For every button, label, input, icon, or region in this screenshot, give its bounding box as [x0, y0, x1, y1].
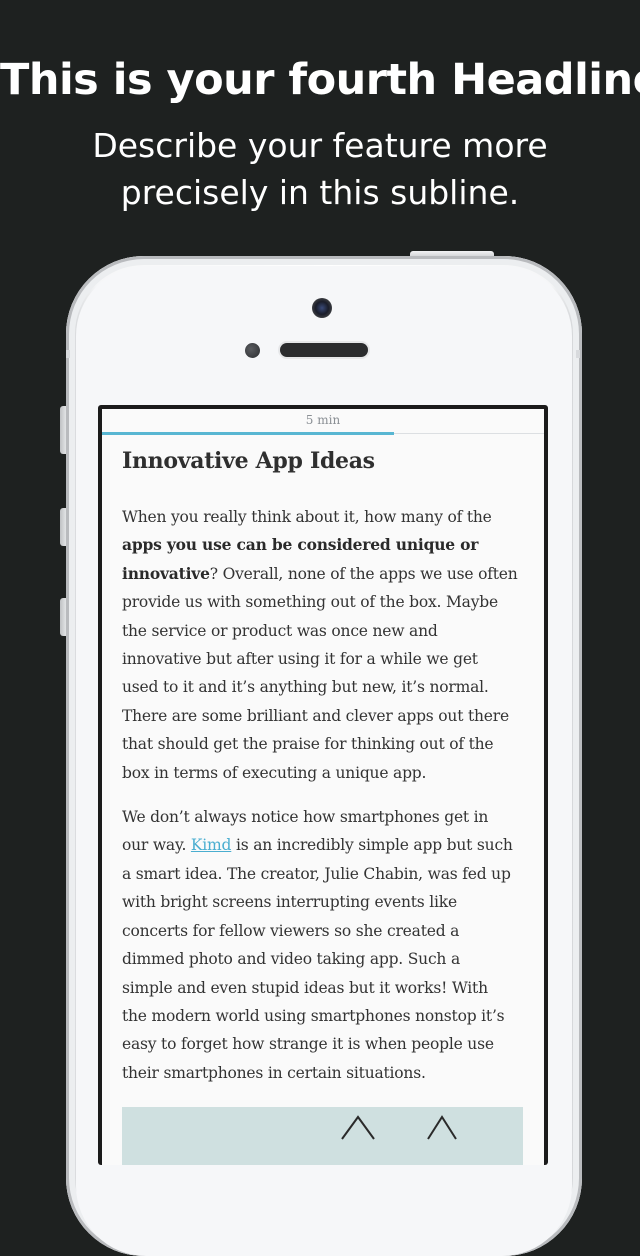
article-title: Innovative App Ideas	[122, 448, 375, 474]
text-line: with bright screens interrupting events …	[122, 893, 457, 912]
front-camera-icon	[312, 298, 332, 318]
text-span: our way.	[122, 836, 191, 855]
earpiece-speaker-icon	[280, 343, 368, 357]
reading-progress-bar	[102, 432, 544, 435]
text-line: innovative? Overall, none of the apps we…	[122, 560, 523, 588]
text-line: We don’t always notice how smartphones g…	[122, 808, 489, 827]
reading-time-label: 5 min	[305, 413, 341, 427]
text-span: is an incredibly simple app but such	[231, 836, 513, 855]
text-line: There are some brilliant and clever apps…	[122, 706, 509, 725]
emphasized-text: innovative	[122, 563, 210, 583]
text-line: apps you use can be considered unique or	[122, 531, 523, 559]
text-line: a smart idea. The creator, Julie Chabin,…	[122, 864, 511, 883]
text-line: used to it and it’s anything but new, it…	[122, 678, 489, 697]
text-line: provide us with something out of the box…	[122, 593, 498, 612]
text-line: box in terms of executing a unique app.	[122, 763, 427, 782]
reading-progress-fill	[102, 432, 394, 435]
promo-headline: This is your fourth Headline	[0, 55, 640, 105]
kimd-link[interactable]: Kimd	[191, 836, 232, 854]
promo-subline-line-2: precisely in this subline.	[120, 173, 520, 212]
phone-antenna-band-right	[576, 350, 580, 358]
promo-subline-line-1: Describe your feature more	[92, 126, 548, 165]
text-line: our way. Kimd is an incredibly simple ap…	[122, 831, 523, 859]
mountain-illustration-icon	[341, 1115, 457, 1140]
article-paragraph-1: When you really think about it, how many…	[122, 503, 523, 787]
reader-view[interactable]: 5 min Innovative App Ideas When you real…	[102, 409, 544, 1165]
phone-screen: 5 min Innovative App Ideas When you real…	[98, 405, 548, 1165]
text-line: dimmed photo and video taking app. Such …	[122, 950, 460, 969]
article-paragraph-2: We don’t always notice how smartphones g…	[122, 803, 523, 1087]
article-body: When you really think about it, how many…	[122, 503, 523, 1103]
article-image	[122, 1107, 523, 1165]
proximity-sensor-icon	[245, 343, 260, 358]
text-line: the modern world using smartphones nonst…	[122, 1006, 505, 1025]
text-line: their smartphones in certain situations.	[122, 1063, 426, 1082]
text-line: innovative but after using it for a whil…	[122, 650, 478, 669]
text-line: simple and even stupid ideas but it work…	[122, 978, 488, 997]
text-line: When you really think about it, how many…	[122, 508, 492, 526]
phone-antenna-band-left	[66, 350, 70, 358]
text-line: concerts for fellow viewers so she creat…	[122, 921, 460, 940]
emphasized-text: apps you use can be considered unique or	[122, 535, 479, 555]
text-line: the service or product was once new and	[122, 621, 438, 640]
promo-subline: Describe your feature more precisely in …	[0, 122, 640, 216]
text-line: easy to forget how strange it is when pe…	[122, 1035, 494, 1054]
text-span: ? Overall, none of the apps we use often	[209, 564, 518, 583]
text-line: that should get the praise for thinking …	[122, 735, 494, 754]
